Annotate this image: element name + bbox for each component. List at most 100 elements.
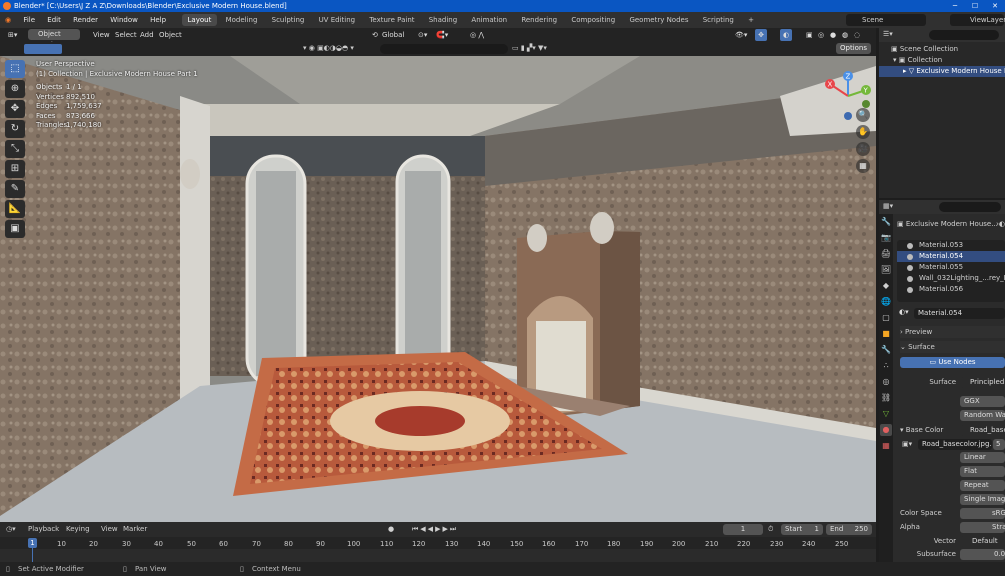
collection-tab-icon[interactable]: ▢	[880, 312, 892, 324]
annotate-tool-icon[interactable]: ✎	[5, 180, 25, 198]
select-mode-icons[interactable]	[24, 44, 62, 54]
zoom-icon[interactable]: 🔍	[856, 108, 870, 122]
outliner-row-collection[interactable]: ▾ ▣ Collection	[879, 55, 1005, 66]
texture-tab-icon[interactable]: ▦	[880, 440, 892, 452]
tab-geometry-nodes[interactable]: Geometry Nodes	[623, 14, 694, 26]
menu-add[interactable]: Add	[140, 28, 154, 42]
tab-animation[interactable]: Animation	[465, 14, 513, 26]
blender-menu-icon[interactable]: ◉	[0, 12, 16, 28]
end-frame-field[interactable]: End 250	[826, 524, 872, 535]
pivot-icon[interactable]: ⊙▾	[418, 28, 427, 42]
properties-search[interactable]	[939, 202, 1001, 212]
ortho-grid-icon[interactable]: ▦	[856, 159, 870, 173]
snap-icon[interactable]: 🧲▾	[436, 28, 448, 42]
image-browse-icon[interactable]: ▣▾	[902, 439, 914, 450]
tab-shading[interactable]: Shading	[423, 14, 463, 26]
scale-tool-icon[interactable]: ⤡	[5, 140, 25, 158]
record-icon[interactable]: ●	[388, 522, 394, 537]
material-slot[interactable]: Wall_032Lighting_...rey_Light_Fi	[897, 273, 1005, 284]
base-color-field[interactable]: Road_basec	[960, 425, 1005, 436]
material-slot[interactable]: Material.056	[897, 284, 1005, 295]
tab-scripting[interactable]: Scripting	[697, 14, 740, 26]
close-icon[interactable]: ✕	[985, 0, 1005, 12]
filter-icon[interactable]: ▭ ▮ ▞▾ ▼▾	[512, 44, 547, 52]
measure-tool-icon[interactable]: 📐	[5, 200, 25, 218]
color-space-dropdown[interactable]: sRG	[960, 508, 1005, 519]
add-workspace-button[interactable]: +	[742, 14, 760, 26]
transform-orientation[interactable]: Global	[382, 28, 404, 42]
menu-file[interactable]: File	[18, 12, 40, 28]
view-layer-tab-icon[interactable]: 🖼	[880, 264, 892, 276]
minimize-icon[interactable]: ─	[945, 0, 965, 12]
outliner-type-icon[interactable]: ☰▾	[883, 30, 893, 38]
start-frame-field[interactable]: Start 1	[781, 524, 823, 535]
particles-tab-icon[interactable]: ∴	[880, 360, 892, 372]
menu-render[interactable]: Render	[68, 12, 103, 28]
clock-icon[interactable]: ◷▾	[6, 522, 16, 537]
camera-view-icon[interactable]: 🎥	[856, 142, 870, 156]
current-frame-field[interactable]: 1	[723, 524, 763, 535]
material-slot-selected[interactable]: Material.054	[897, 251, 1005, 262]
overlay-toggle-icon[interactable]: ◐	[780, 29, 792, 41]
output-tab-icon[interactable]: 🖨	[880, 248, 892, 260]
shading-rendered-icon[interactable]: ◌	[854, 28, 860, 42]
modifier-tab-icon[interactable]: 🔧	[880, 344, 892, 356]
orientation-icon[interactable]: ⟲	[372, 28, 378, 42]
menu-marker[interactable]: Marker	[123, 522, 147, 537]
outliner-row-scene-collection[interactable]: ▣ Scene Collection	[879, 44, 1005, 55]
options-button[interactable]: Options	[836, 43, 872, 54]
image-name-field[interactable]: Road_basecolor.jpg.001	[918, 439, 992, 450]
data-tab-icon[interactable]: ▽	[880, 408, 892, 420]
viewlayer-selector[interactable]: ViewLayer	[950, 14, 1005, 26]
pan-hand-icon[interactable]: ✋	[856, 125, 870, 139]
playhead[interactable]: 1	[28, 538, 37, 548]
extension-dropdown[interactable]: Repeat	[960, 480, 1005, 491]
viewport-tools-icons[interactable]: ▾ ◉ ▣◐◑◒◓ ▾	[303, 44, 354, 52]
image-users-count[interactable]: 5	[993, 439, 1005, 450]
menu-select[interactable]: Select	[115, 28, 137, 42]
material-browse-icon[interactable]: ◐▾	[899, 308, 909, 316]
world-tab-icon[interactable]: 🌐	[880, 296, 892, 308]
maximize-icon[interactable]: ☐	[965, 0, 985, 12]
viewport-search-field[interactable]	[380, 44, 508, 54]
mode-selector[interactable]: Object Mode	[28, 29, 80, 49]
material-slots-list[interactable]: Material.053 Material.054 Material.055 W…	[897, 240, 1005, 302]
subsurface-field[interactable]: 0.0	[960, 549, 1005, 560]
preview-panel-header[interactable]: › Preview	[900, 326, 1005, 338]
tool-tab-icon[interactable]: 🔧	[880, 216, 892, 228]
material-slot[interactable]: Material.053	[897, 240, 1005, 251]
distribution-dropdown[interactable]: GGX	[960, 396, 1005, 407]
menu-keying[interactable]: Keying	[66, 522, 90, 537]
vector-field[interactable]: Default	[960, 536, 1005, 547]
use-nodes-button[interactable]: ▭ Use Nodes	[900, 357, 1005, 368]
rotate-tool-icon[interactable]: ↻	[5, 120, 25, 138]
material-slot[interactable]: Material.055	[897, 262, 1005, 273]
material-tab-icon[interactable]: ●	[880, 424, 892, 436]
properties-type-icon[interactable]: ▦▾	[883, 202, 893, 210]
scene-tab-icon[interactable]: ◆	[880, 280, 892, 292]
tab-rendering[interactable]: Rendering	[515, 14, 563, 26]
gizmo-toggle-icon[interactable]: ✥	[755, 29, 767, 41]
menu-edit[interactable]: Edit	[42, 12, 66, 28]
menu-window[interactable]: Window	[105, 12, 143, 28]
tab-texture-paint[interactable]: Texture Paint	[363, 14, 420, 26]
physics-tab-icon[interactable]: ◎	[880, 376, 892, 388]
interpolation-dropdown[interactable]: Linear	[960, 452, 1005, 463]
outliner-row-house[interactable]: ▸ ▽ Exclusive Modern House Part	[879, 66, 1005, 77]
timeline-area[interactable]: 1 10 20 30 40 50 60 70 80 90 100 110 120…	[0, 537, 876, 562]
projection-dropdown[interactable]: Flat	[960, 466, 1005, 477]
surface-panel-header[interactable]: ⌄ Surface	[900, 341, 1005, 353]
surface-shader-field[interactable]: Principled B	[960, 377, 1005, 388]
shading-material-icon[interactable]: ◍	[842, 28, 848, 42]
add-cube-tool-icon[interactable]: ▣	[5, 220, 25, 238]
tab-uv-editing[interactable]: UV Editing	[313, 14, 362, 26]
tab-layout[interactable]: Layout	[181, 14, 218, 26]
transform-tool-icon[interactable]: ⊞	[5, 160, 25, 178]
subsurface-method-dropdown[interactable]: Random Walk	[960, 410, 1005, 421]
tab-compositing[interactable]: Compositing	[565, 14, 621, 26]
proportional-edit-icon[interactable]: ◎ ⋀	[470, 28, 484, 42]
menu-timeline-view[interactable]: View	[101, 522, 118, 537]
menu-object[interactable]: Object	[159, 28, 182, 42]
cursor-tool-icon[interactable]: ⊕	[5, 80, 25, 98]
object-tab-icon[interactable]: ■	[880, 328, 892, 340]
